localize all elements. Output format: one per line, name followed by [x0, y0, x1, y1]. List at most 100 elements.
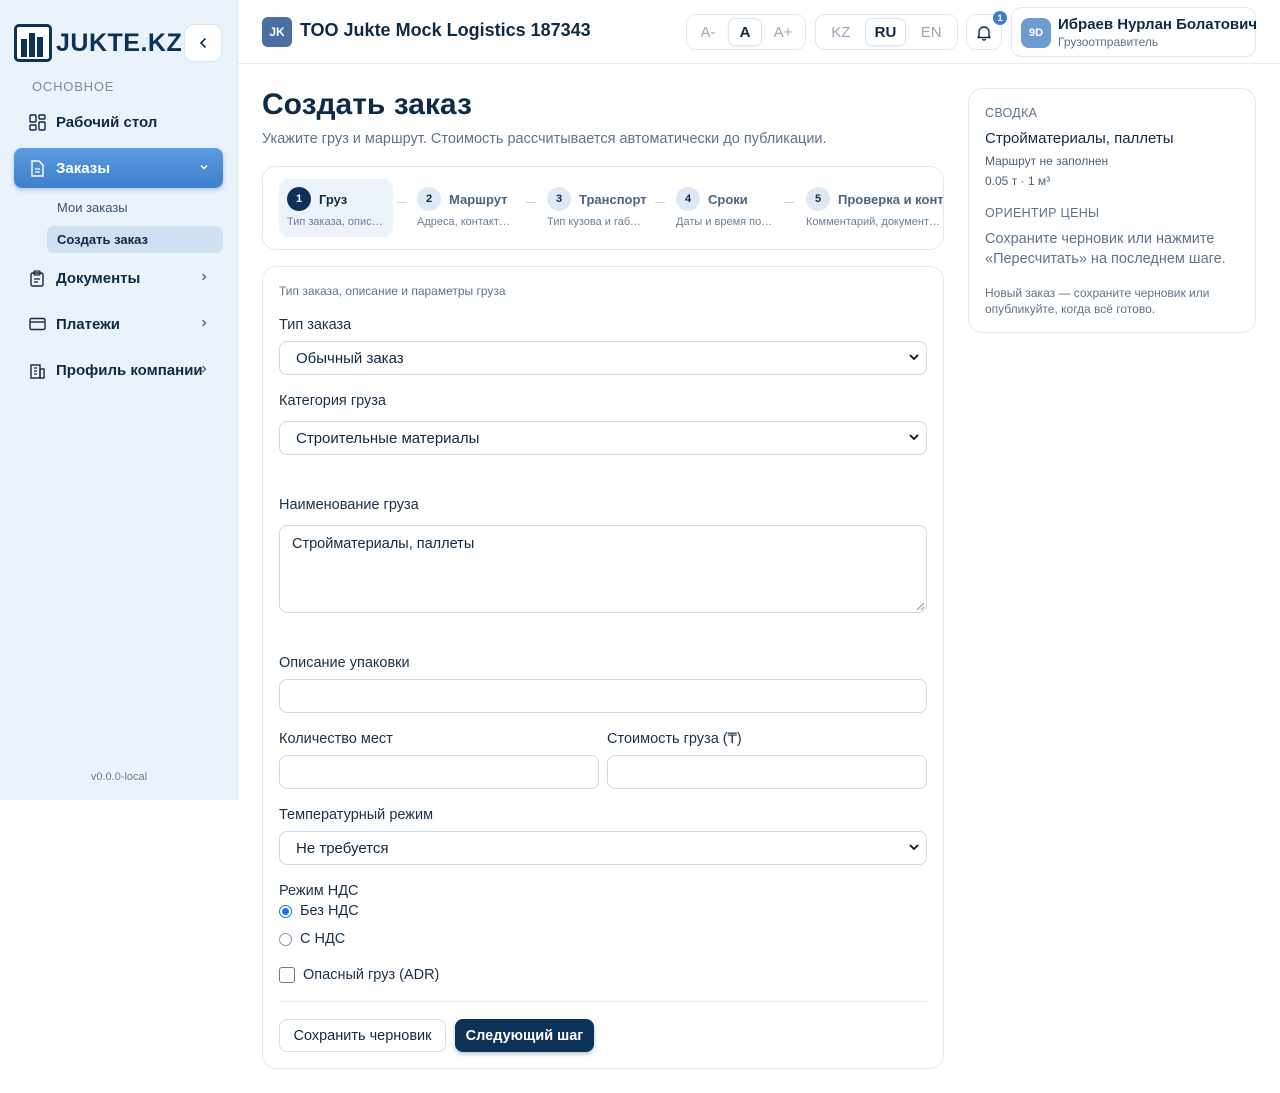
summary-route: Маршрут не заполнен [985, 154, 1109, 168]
sidebar-item-orders[interactable]: Заказы [14, 148, 223, 188]
radio-button[interactable] [279, 932, 292, 946]
user-menu[interactable]: 9D Ибраев Нурлан Болатович Грузоотправит… [1011, 7, 1258, 57]
cargo-category-value: Строительные материалы [296, 429, 480, 447]
price-heading: ОРИЕНТИР ЦЕНЫ [985, 206, 1100, 220]
step-title: Сроки [708, 192, 748, 207]
summary-weight-volume: 0.05 т · 1 м³ [985, 174, 1051, 188]
sidebar: JUKTE.KZ ОСНОВНОЕ Рабочий стол Заказы Мо… [0, 0, 238, 800]
summary-cargo: Стройматериалы, паллеты [985, 130, 1174, 147]
step-description: Адреса, контакты отправителя [417, 216, 517, 228]
cargo-name-label: Наименование груза [279, 497, 419, 513]
step-review[interactable]: 5 Проверка и контакты Комментарий, докум… [798, 179, 944, 237]
lang-ru-button[interactable]: RU [864, 18, 907, 46]
order-type-value: Обычный заказ [296, 349, 404, 367]
order-type-select[interactable]: Обычный заказ [279, 341, 927, 375]
step-separator [397, 202, 407, 203]
chevron-down-icon [909, 434, 919, 441]
resize-handle-icon[interactable] [915, 601, 925, 611]
step-description: Даты и время погрузки [676, 216, 776, 228]
language-switcher: KZ RU EN [815, 14, 958, 50]
summary-heading: СВОДКА [985, 106, 1038, 120]
collapse-sidebar-button[interactable] [184, 24, 222, 62]
sidebar-item-documents[interactable]: Документы [14, 258, 223, 298]
sidebar-item-label: Платежи [56, 315, 120, 333]
places-input[interactable] [279, 755, 599, 789]
lang-en-button[interactable]: EN [908, 18, 954, 46]
lang-kz-button[interactable]: KZ [819, 18, 863, 46]
bell-icon [977, 25, 991, 41]
page-subtitle: Укажите груз и маршрут. Стоимость рассчи… [262, 131, 827, 147]
org-name: ТОО Jukte Mock Logistics 187343 [300, 20, 591, 40]
cargo-category-select[interactable]: Строительные материалы [279, 421, 927, 455]
avatar: 9D [1021, 18, 1051, 48]
save-draft-button[interactable]: Сохранить черновик [279, 1019, 446, 1052]
sidebar-item-payments[interactable]: Платежи [14, 304, 223, 344]
notification-count-badge: 1 [993, 11, 1007, 25]
places-label: Количество мест [279, 731, 393, 747]
sidebar-subitem-my-orders[interactable]: Мои заказы [47, 194, 223, 221]
vat-label: Режим НДС [279, 883, 359, 899]
cargo-category-label: Категория груза [279, 393, 386, 409]
sidebar-section-label: ОСНОВНОЕ [32, 79, 115, 94]
form-divider [279, 1001, 927, 1002]
packaging-label: Описание упаковки [279, 655, 410, 671]
chevron-down-icon [909, 844, 919, 851]
step-transport[interactable]: 3 Транспорт Тип кузова и габариты [539, 179, 653, 237]
chevron-right-icon [199, 317, 209, 331]
font-size-normal-button[interactable]: A [728, 18, 762, 46]
logo-icon [14, 24, 52, 62]
vat-option-without[interactable]: Без НДС [279, 903, 359, 919]
adr-checkbox-row[interactable]: Опасный груз (ADR) [279, 967, 439, 983]
sidebar-item-dashboard[interactable]: Рабочий стол [14, 102, 223, 142]
next-step-button[interactable]: Следующий шаг [455, 1019, 594, 1052]
chevron-left-icon [199, 38, 206, 48]
chevron-right-icon [199, 363, 209, 377]
org-badge: JK [262, 17, 292, 47]
sidebar-item-label: Документы [56, 269, 141, 287]
adr-checkbox[interactable] [279, 967, 295, 983]
temperature-label: Температурный режим [279, 807, 434, 823]
order-stepper: 1 Груз Тип заказа, описание и параметры … [262, 166, 944, 250]
order-type-label: Тип заказа [279, 317, 352, 333]
app-version: v0.0.0-local [90, 771, 148, 783]
page-title: Создать заказ [262, 88, 472, 121]
credit-card-icon [28, 315, 46, 333]
font-size-increase-button[interactable]: A+ [764, 18, 802, 46]
step-timing[interactable]: 4 Сроки Даты и время погрузки [668, 179, 782, 237]
vat-option-with[interactable]: С НДС [279, 931, 345, 947]
cargo-value-label: Стоимость груза (₸) [607, 731, 742, 747]
packaging-input[interactable] [279, 679, 927, 713]
cargo-name-textarea[interactable]: Стройматериалы, паллеты [279, 525, 927, 613]
user-role: Грузоотправитель [1058, 35, 1159, 49]
step-separator [526, 202, 536, 203]
brand-logo[interactable]: JUKTE.KZ [14, 24, 182, 62]
sidebar-item-label: Рабочий стол [56, 113, 158, 131]
form-hint: Тип заказа, описание и параметры груза [279, 284, 506, 298]
step-title: Транспорт [579, 192, 647, 207]
cargo-value-input[interactable] [607, 755, 927, 789]
temperature-select[interactable]: Не требуется [279, 831, 927, 865]
user-name: Ибраев Нурлан Болатович [1058, 16, 1258, 33]
step-number: 1 [287, 187, 311, 211]
building-icon [28, 361, 46, 379]
sidebar-subitem-create-order[interactable]: Создать заказ [47, 226, 223, 253]
sidebar-item-company-profile[interactable]: Профиль компании [14, 350, 223, 390]
adr-label: Опасный груз (ADR) [303, 967, 440, 983]
step-number: 5 [806, 187, 830, 211]
step-route[interactable]: 2 Маршрут Адреса, контакты отправителя [409, 179, 523, 237]
top-bar: JK ТОО Jukte Mock Logistics 187343 A- A … [238, 0, 1280, 64]
font-size-decrease-button[interactable]: A- [690, 18, 726, 46]
chevron-down-icon [909, 354, 919, 361]
vat-option-label: Без НДС [300, 903, 359, 919]
summary-note: Новый заказ — сохраните черновик или опу… [985, 286, 1210, 316]
step-cargo[interactable]: 1 Груз Тип заказа, описание и параметры … [279, 179, 393, 237]
step-number: 4 [676, 187, 700, 211]
step-separator [784, 202, 794, 203]
chevron-right-icon [199, 271, 209, 285]
vat-option-label: С НДС [300, 931, 346, 947]
temperature-value: Не требуется [296, 839, 389, 857]
radio-button[interactable] [279, 904, 292, 918]
step-number: 3 [547, 187, 571, 211]
step-title: Проверка и контакты [838, 192, 944, 207]
dashboard-icon [28, 113, 46, 131]
